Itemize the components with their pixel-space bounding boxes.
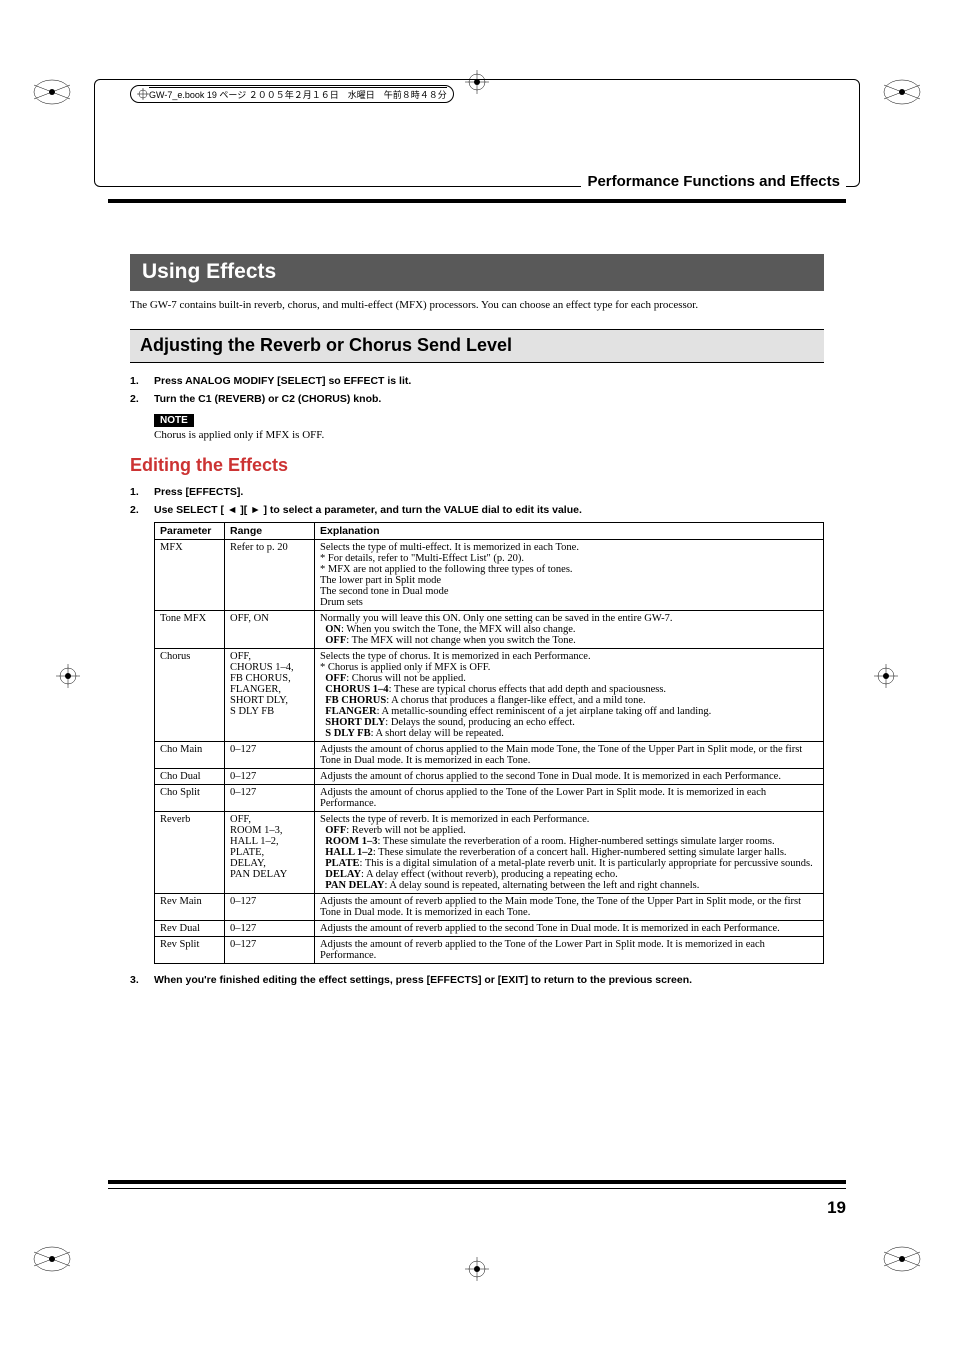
cell-param: Cho Dual — [155, 769, 225, 785]
table-row: Cho Main 0–127 Adjusts the amount of cho… — [155, 742, 824, 769]
parameter-table: Parameter Range Explanation MFX Refer to… — [154, 522, 824, 964]
table-row: Cho Dual 0–127 Adjusts the amount of cho… — [155, 769, 824, 785]
step-text: Press [EFFECTS]. — [154, 486, 243, 498]
cell-param: Rev Main — [155, 894, 225, 921]
header-note-text: GW-7_e.book 19 ページ ２００５年２月１６日 水曜日 午前８時４８… — [149, 87, 447, 101]
table-header-row: Parameter Range Explanation — [155, 523, 824, 540]
table-row: MFX Refer to p. 20 Selects the type of m… — [155, 540, 824, 611]
note-text: Chorus is applied only if MFX is OFF. — [154, 429, 824, 441]
step-text: Use SELECT [ ◄ ][ ► ] to select a parame… — [154, 504, 582, 516]
crosshair-bottom — [465, 1257, 489, 1281]
table-row: Rev Dual 0–127 Adjusts the amount of rev… — [155, 921, 824, 937]
step-num: 2. — [130, 393, 144, 405]
step-text-a: Use SELECT [ — [154, 504, 224, 516]
cell-range: 0–127 — [225, 921, 315, 937]
cell-exp: Normally you will leave this ON. Only on… — [315, 611, 824, 649]
th-range: Range — [225, 523, 315, 540]
step-2-2: 2. Use SELECT [ ◄ ][ ► ] to select a par… — [130, 504, 824, 516]
cell-range: 0–127 — [225, 785, 315, 812]
step-num: 3. — [130, 974, 144, 986]
cell-param: Chorus — [155, 649, 225, 742]
corner-ornament-br — [880, 1237, 924, 1281]
table-row: Rev Main 0–127 Adjusts the amount of rev… — [155, 894, 824, 921]
table-row: Rev Split 0–127 Adjusts the amount of re… — [155, 937, 824, 964]
step-num: 1. — [130, 375, 144, 387]
title-bar: Using Effects — [130, 254, 824, 291]
header-rule — [108, 199, 846, 203]
step-text: Press ANALOG MODIFY [SELECT] so EFFECT i… — [154, 375, 411, 387]
step-text: Turn the C1 (REVERB) or C2 (CHORUS) knob… — [154, 393, 381, 405]
cell-range: 0–127 — [225, 742, 315, 769]
cell-exp: Selects the type of reverb. It is memori… — [315, 812, 824, 894]
step-1-2: 2. Turn the C1 (REVERB) or C2 (CHORUS) k… — [130, 393, 824, 405]
cell-param: Reverb — [155, 812, 225, 894]
cell-param: Rev Dual — [155, 921, 225, 937]
corner-ornament-tl — [30, 70, 74, 114]
cell-range: OFF, ON — [225, 611, 315, 649]
cell-param: Cho Split — [155, 785, 225, 812]
page-number: 19 — [827, 1198, 846, 1218]
step-1-1: 1. Press ANALOG MODIFY [SELECT] so EFFEC… — [130, 375, 824, 387]
step-num: 1. — [130, 486, 144, 498]
cell-range: OFF, CHORUS 1–4, FB CHORUS, FLANGER, SHO… — [225, 649, 315, 742]
footer-rule — [108, 1180, 846, 1189]
table-row: Chorus OFF, CHORUS 1–4, FB CHORUS, FLANG… — [155, 649, 824, 742]
cell-exp: Adjusts the amount of chorus applied to … — [315, 769, 824, 785]
step-text: When you're finished editing the effect … — [154, 974, 692, 986]
corner-ornament-bl — [30, 1237, 74, 1281]
crosshair-left — [56, 664, 80, 688]
table-row: Cho Split 0–127 Adjusts the amount of ch… — [155, 785, 824, 812]
th-param: Parameter — [155, 523, 225, 540]
table-row: Reverb OFF, ROOM 1–3, HALL 1–2, PLATE, D… — [155, 812, 824, 894]
note-label: NOTE — [154, 414, 194, 427]
crosshair-right — [874, 664, 898, 688]
cell-param: Tone MFX — [155, 611, 225, 649]
step-num: 2. — [130, 504, 144, 516]
cell-range: 0–127 — [225, 937, 315, 964]
step-2-1: 1. Press [EFFECTS]. — [130, 486, 824, 498]
intro-text: The GW-7 contains built-in reverb, choru… — [130, 299, 824, 311]
cell-param: Cho Main — [155, 742, 225, 769]
cell-exp: Adjusts the amount of reverb applied to … — [315, 921, 824, 937]
cell-exp: Adjusts the amount of chorus applied to … — [315, 742, 824, 769]
header-note: GW-7_e.book 19 ページ ２００５年２月１６日 水曜日 午前８時４８… — [130, 85, 454, 103]
th-exp: Explanation — [315, 523, 824, 540]
table-row: Tone MFX OFF, ON Normally you will leave… — [155, 611, 824, 649]
cell-range: 0–127 — [225, 769, 315, 785]
subheading-2: Editing the Effects — [130, 455, 824, 476]
cell-exp: Selects the type of chorus. It is memori… — [315, 649, 824, 742]
corner-ornament-tr — [880, 70, 924, 114]
cell-exp: Adjusts the amount of reverb applied to … — [315, 937, 824, 964]
step-3: 3. When you're finished editing the effe… — [130, 974, 824, 986]
step-text-c: ] to select a parameter, and turn the VA… — [264, 504, 582, 516]
right-arrow-icon: ► — [250, 504, 260, 516]
cell-range: OFF, ROOM 1–3, HALL 1–2, PLATE, DELAY, P… — [225, 812, 315, 894]
cell-param: Rev Split — [155, 937, 225, 964]
cell-exp: Adjusts the amount of reverb applied to … — [315, 894, 824, 921]
step-text-b: ][ — [240, 504, 247, 516]
cell-range: Refer to p. 20 — [225, 540, 315, 611]
cell-range: 0–127 — [225, 894, 315, 921]
cell-param: MFX — [155, 540, 225, 611]
cell-exp: Adjusts the amount of chorus applied to … — [315, 785, 824, 812]
subheading-1: Adjusting the Reverb or Chorus Send Leve… — [130, 329, 824, 363]
section-header: Performance Functions and Effects — [581, 173, 846, 190]
crosshair-icon — [137, 88, 149, 100]
left-arrow-icon: ◄ — [227, 504, 237, 516]
cell-exp: Selects the type of multi-effect. It is … — [315, 540, 824, 611]
